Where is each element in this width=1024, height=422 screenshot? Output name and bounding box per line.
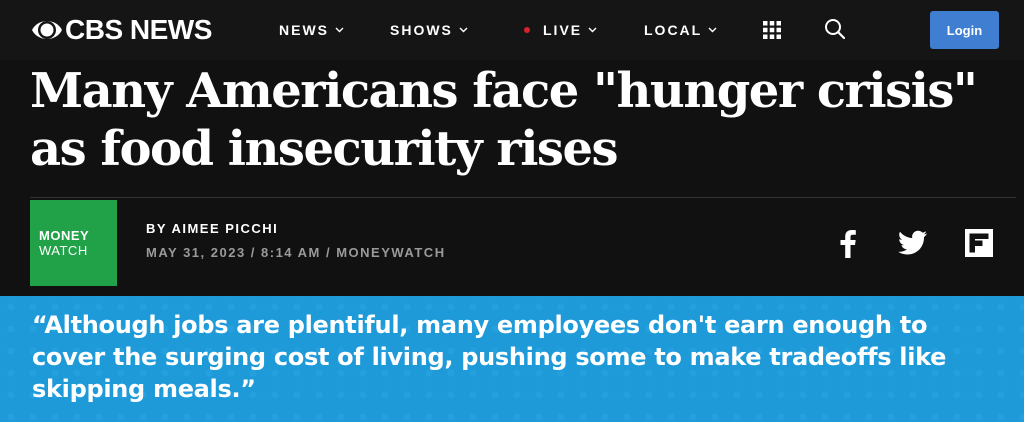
login-button[interactable]: Login [930,11,999,49]
nav-item-label: SHOWS [390,22,453,38]
pull-quote: “Although jobs are plentiful, many emplo… [32,311,947,403]
divider [30,197,1016,198]
top-nav-bar: CBS NEWS NEWS SHOWS LIVE LOCAL Login [0,0,1024,60]
nav-item-label: NEWS [279,22,329,38]
chevron-down-icon [708,27,717,33]
nav-item-shows[interactable]: SHOWS [390,19,468,41]
article-headline: Many Americans face "hunger crisis" as f… [30,63,978,177]
badge-line-1: MONEY [39,228,90,243]
live-indicator-dot [524,27,530,33]
moneywatch-badge[interactable]: MONEY WATCH [30,200,117,286]
badge-line-2: WATCH [39,243,88,258]
author-byline: BY AIMEE PICCHI [146,221,279,236]
grid-menu-icon[interactable] [762,20,782,40]
search-icon[interactable] [824,18,846,40]
nav-item-local[interactable]: LOCAL [644,19,717,41]
chevron-down-icon [588,27,597,33]
cbs-eye-icon [32,21,62,39]
facebook-icon[interactable] [838,228,858,258]
quote-banner: “Although jobs are plentiful, many emplo… [0,296,1024,422]
chevron-down-icon [459,27,468,33]
flipboard-icon[interactable] [964,228,994,258]
twitter-icon[interactable] [898,228,928,256]
nav-item-label: LIVE [543,22,583,38]
article-dateline: MAY 31, 2023 / 8:14 AM / MONEYWATCH [146,245,446,260]
logo-text: CBS NEWS [65,14,212,45]
cbs-news-logo[interactable]: CBS NEWS [31,14,212,46]
nav-item-news[interactable]: NEWS [279,19,344,41]
chevron-down-icon [335,27,344,33]
nav-item-label: LOCAL [644,22,703,38]
nav-item-live[interactable]: LIVE [524,19,597,41]
